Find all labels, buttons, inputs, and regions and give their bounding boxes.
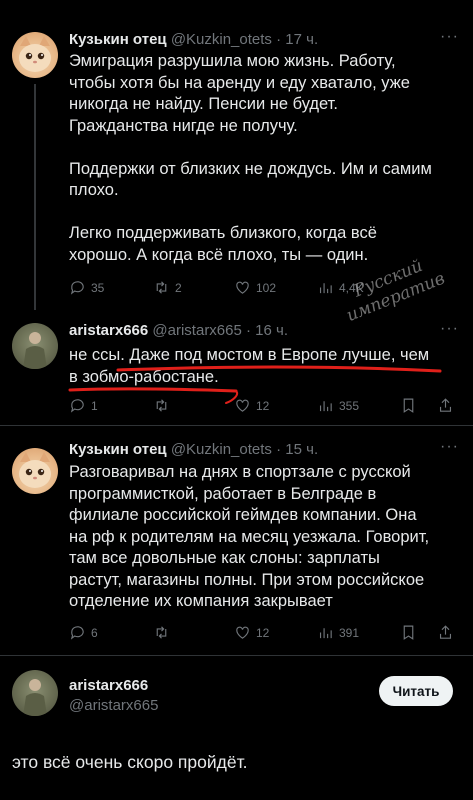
retweet-button[interactable]: 2 (153, 279, 182, 296)
bookmark-icon (403, 398, 414, 413)
retweet-icon (156, 281, 167, 294)
share-icon (439, 625, 452, 639)
like-button[interactable]: 12 (234, 624, 269, 641)
reply-count: 35 (91, 280, 105, 295)
share-button[interactable] (437, 397, 454, 414)
person-photo-icon (23, 679, 47, 716)
avatar[interactable] (12, 323, 58, 369)
retweet-count: 2 (175, 280, 182, 295)
bookmark-button[interactable] (400, 624, 417, 641)
more-icon[interactable]: ··· (440, 28, 459, 46)
tweet-header: aristarx666 @aristarx665 · 16 ч. (69, 322, 288, 339)
like-button[interactable]: 12 (234, 397, 269, 414)
tweet-text: Эмиграция разрушила мою жизнь. Работу, ч… (69, 52, 432, 264)
cat-face-icon (19, 452, 51, 488)
views-count: 391 (339, 625, 360, 640)
avatar[interactable] (12, 32, 58, 78)
views-button[interactable]: 355 (317, 397, 359, 414)
reply-button[interactable]: 1 (69, 397, 98, 414)
timestamp[interactable]: · 15 ч. (276, 441, 318, 458)
bookmark-button[interactable] (400, 397, 417, 414)
like-button[interactable]: 102 (234, 279, 276, 296)
views-icon (319, 401, 332, 412)
reply-button[interactable]: 6 (69, 624, 98, 641)
username[interactable]: @Kuzkin_otets (171, 441, 272, 458)
reply-count: 1 (91, 398, 98, 413)
retweet-icon (156, 626, 167, 639)
share-icon (439, 398, 452, 412)
tweet-text: Разговаривал на днях в спортзале с русск… (69, 463, 430, 610)
display-name[interactable]: Кузькин отец (69, 441, 167, 458)
like-icon (236, 626, 249, 639)
tweet-text: это всё очень скоро пройдёт. (12, 752, 248, 772)
tweet-text: не ссы. Даже под мостом в Европе лучше, … (69, 346, 430, 386)
cat-face-icon (19, 36, 51, 72)
display-name[interactable]: Кузькин отец (69, 31, 167, 48)
avatar[interactable] (12, 448, 58, 494)
reply-icon (70, 399, 84, 413)
reply-button[interactable]: 35 (69, 279, 104, 296)
retweet-button[interactable] (153, 624, 170, 641)
like-count: 102 (256, 280, 277, 295)
bookmark-icon (403, 625, 414, 640)
like-count: 12 (256, 625, 270, 640)
action-bar: 1 12 355 (69, 397, 452, 417)
thread-line (34, 84, 36, 310)
tweet-header: Кузькин отец @Kuzkin_otets · 15 ч. (69, 441, 318, 458)
timestamp[interactable]: · 17 ч. (276, 31, 318, 48)
retweet-button[interactable] (153, 397, 170, 414)
username[interactable]: @Kuzkin_otets (171, 31, 272, 48)
like-icon (236, 281, 249, 294)
display-name[interactable]: aristarx666 (69, 677, 148, 694)
username[interactable]: @aristarx665 (69, 697, 158, 714)
reply-icon (70, 626, 84, 640)
views-icon (319, 283, 332, 294)
action-bar: 6 12 391 (69, 624, 452, 644)
reply-count: 6 (91, 625, 98, 640)
avatar[interactable] (12, 670, 58, 716)
tweet-kuzkin-2[interactable]: Кузькин отец @Kuzkin_otets · 15 ч. ··· Р… (0, 426, 473, 656)
timestamp[interactable]: · 16 ч. (246, 322, 288, 339)
like-count: 12 (256, 398, 270, 413)
views-count: 355 (339, 398, 360, 413)
username[interactable]: @aristarx665 (152, 322, 241, 339)
views-icon (319, 628, 332, 639)
retweet-icon (156, 399, 167, 412)
more-icon[interactable]: ··· (440, 438, 459, 456)
share-button[interactable] (437, 624, 454, 641)
reply-icon (70, 281, 84, 295)
views-button[interactable]: 391 (317, 624, 359, 641)
like-icon (236, 399, 249, 412)
tweet-aristarx-reply[interactable]: aristarx666 @aristarx665 · 16 ч. ··· не … (0, 315, 473, 425)
follow-read-button[interactable]: Читать (379, 676, 453, 706)
tweet-header: Кузькин отец @Kuzkin_otets · 17 ч. (69, 31, 318, 48)
display-name[interactable]: aristarx666 (69, 322, 148, 339)
person-photo-icon (23, 332, 47, 369)
more-icon[interactable]: ··· (440, 320, 459, 338)
